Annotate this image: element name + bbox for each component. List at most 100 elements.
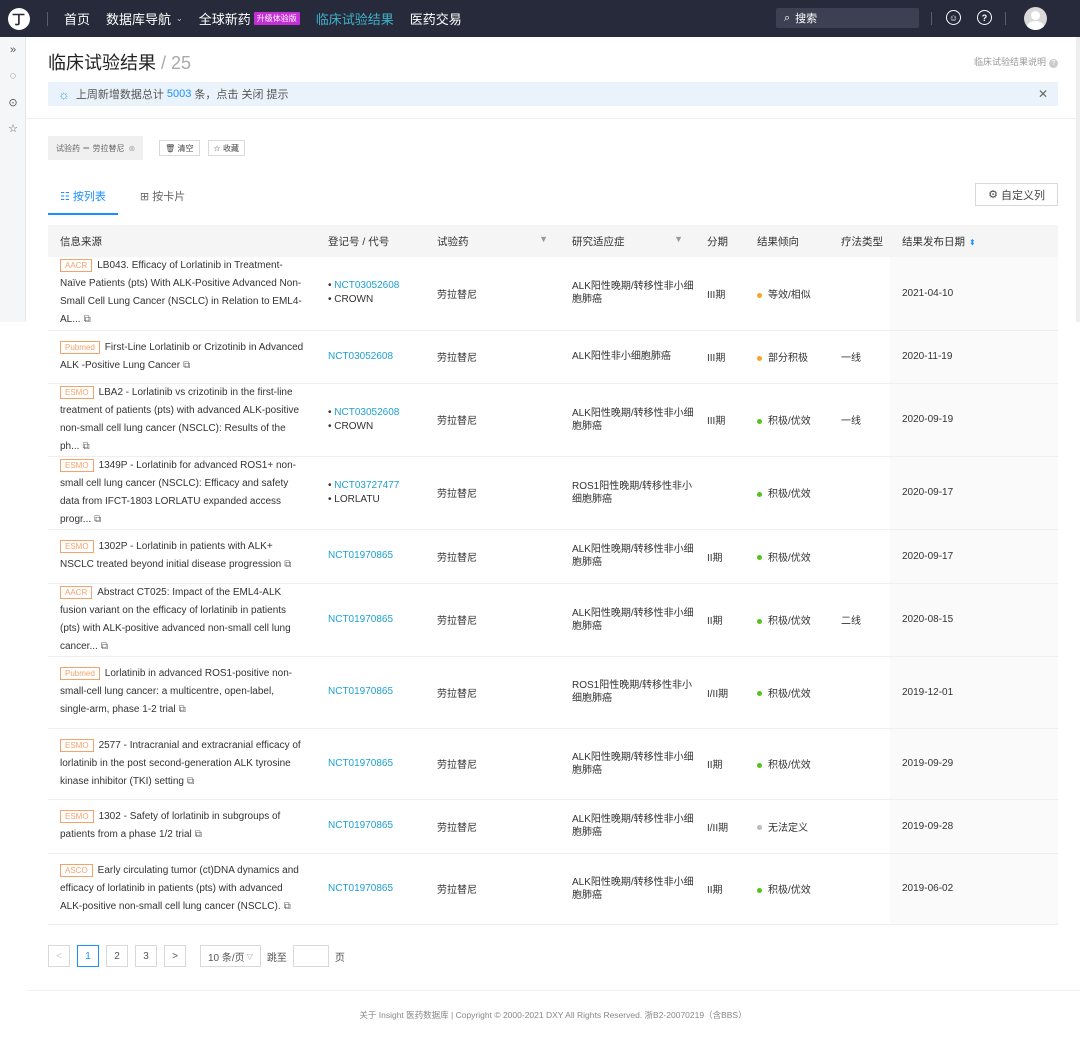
source-cell[interactable]: ESMO 1302P - Lorlatinib in patients with … — [60, 538, 316, 574]
page-size-select[interactable]: 10 条/页 ▽ — [200, 945, 261, 967]
expand-icon[interactable]: » — [0, 37, 26, 63]
table-row[interactable]: ESMO 1349P - Lorlatinib for advanced ROS1… — [48, 456, 1058, 530]
filter-tag[interactable]: 试验药 ＝ 劳拉替尼 ⊗ — [48, 136, 144, 160]
table-row[interactable]: ESMO 1302 - Safety of lorlatinib in subgr… — [48, 799, 1058, 854]
external-link-icon[interactable]: ⧉ — [84, 314, 91, 325]
clear-button[interactable]: 🗑 清空 — [159, 140, 200, 156]
filter-icon[interactable]: ▼ — [539, 234, 548, 244]
help-icon[interactable]: ? — [977, 10, 992, 25]
external-link-icon[interactable]: ⧉ — [101, 641, 108, 652]
nct-link[interactable]: NCT03052608 — [328, 351, 393, 362]
star-icon[interactable]: ☆ — [0, 115, 26, 141]
column-header[interactable]: 结果发布日期 ⬍ — [890, 225, 1058, 257]
nav-item-3[interactable]: 临床试验结果 — [316, 9, 394, 28]
nct-link[interactable]: NCT01970865 — [328, 758, 393, 769]
chat-icon[interactable]: ◌ — [0, 63, 26, 89]
source-cell[interactable]: ESMO 1349P - Lorlatinib for advanced ROS1… — [60, 457, 316, 529]
external-link-icon[interactable]: ⧉ — [82, 441, 89, 452]
source-title[interactable]: LB043. Efficacy of Lorlatinib in Treatme… — [60, 260, 302, 325]
nct-link[interactable]: NCT01970865 — [328, 883, 393, 894]
external-link-icon[interactable]: ⧉ — [94, 514, 101, 525]
favorite-button[interactable]: ☆ 收藏 — [207, 140, 245, 156]
nav-item-0[interactable]: 首页 — [64, 9, 90, 28]
next-page-button[interactable]: > — [164, 945, 186, 967]
nct-link[interactable]: NCT01970865 — [328, 686, 393, 697]
table-row[interactable]: AACR LB043. Efficacy of Lorlatinib in Tre… — [48, 257, 1058, 331]
history-icon[interactable]: ⊙ — [0, 89, 26, 115]
nct-link[interactable]: NCT03052608 — [334, 407, 399, 418]
table-row[interactable]: ESMO 2577 - Intracranial and extracranial… — [48, 728, 1058, 800]
external-link-icon[interactable]: ⧉ — [195, 829, 202, 840]
external-link-icon[interactable]: ⧉ — [284, 559, 291, 570]
table-row[interactable]: Pubmed First-Line Lorlatinib or Crizotini… — [48, 330, 1058, 384]
source-cell[interactable]: ASCO Early circulating tumor (ct)DNA dyna… — [60, 862, 316, 916]
page-title: 临床试验结果 / 25 — [48, 53, 192, 73]
source-title[interactable]: LBA2 - Lorlatinib vs crizotinib in the f… — [60, 387, 299, 452]
indication-cell: ALK阳性晚期/转移性非小细胞肺癌 — [572, 544, 694, 568]
question-icon: ? — [1049, 59, 1058, 68]
jump-page-input[interactable] — [292, 945, 329, 967]
source-cell[interactable]: AACR Abstract CT025: Impact of the EML4-A… — [60, 584, 316, 656]
nct-link[interactable]: NCT03727477 — [334, 480, 399, 491]
chevron-down-icon: ▽ — [246, 951, 253, 961]
tab-list[interactable]: ☷ 按列表 — [48, 184, 118, 215]
table-row[interactable]: ASCO Early circulating tumor (ct)DNA dyna… — [48, 853, 1058, 925]
source-cell[interactable]: Pubmed First-Line Lorlatinib or Crizotini… — [60, 339, 316, 375]
search-input[interactable]: ⌕ 搜索 — [776, 8, 919, 28]
filter-row: 试验药 ＝ 劳拉替尼 ⊗ 🗑 清空 ☆ 收藏 — [48, 136, 253, 160]
table-row[interactable]: AACR Abstract CT025: Impact of the EML4-A… — [48, 583, 1058, 657]
prev-page-button[interactable]: < — [48, 945, 70, 967]
page-1-button[interactable]: 1 — [77, 945, 99, 967]
nct-link[interactable]: NCT03052608 — [334, 280, 399, 291]
close-icon[interactable]: ✕ — [1038, 87, 1048, 101]
source-title[interactable]: Early circulating tumor (ct)DNA dynamics… — [60, 865, 299, 912]
drug-cell: 劳拉替尼 — [425, 728, 560, 800]
source-cell[interactable]: ESMO 2577 - Intracranial and extracranial… — [60, 737, 316, 791]
indication-cell: ROS1阳性晚期/转移性非小细胞肺癌 — [572, 480, 693, 505]
page-2-button[interactable]: 2 — [106, 945, 128, 967]
drug-cell: 劳拉替尼 — [425, 257, 560, 331]
column-header[interactable]: 研究适应症 ▼ — [560, 225, 695, 257]
indication-cell: ALK阳性晚期/转移性非小细胞肺癌 — [572, 407, 694, 432]
page-3-button[interactable]: 3 — [135, 945, 157, 967]
table-row[interactable]: ESMO 1302P - Lorlatinib in patients with … — [48, 529, 1058, 584]
registration-list: • NCT03052608 • CROWN — [328, 406, 425, 434]
notification-icon[interactable]: ☺ — [946, 10, 961, 25]
source-cell[interactable]: AACR LB043. Efficacy of Lorlatinib in Tre… — [60, 257, 316, 329]
table-row[interactable]: ESMO LBA2 - Lorlatinib vs crizotinib in t… — [48, 383, 1058, 457]
drug-cell: 劳拉替尼 — [425, 799, 560, 854]
table-row[interactable]: Pubmed Lorlatinib in advanced ROS1-positi… — [48, 656, 1058, 729]
external-link-icon[interactable]: ⧉ — [179, 704, 186, 715]
external-link-icon[interactable]: ⧉ — [284, 901, 291, 912]
results-table: 信息来源 登记号 / 代号 试验药 ▼ 研究适应症 ▼ 分期 结果倾向 疗法类型 结果发布日期 ⬍ … — [48, 225, 1058, 960]
source-title[interactable]: Abstract CT025: Impact of the EML4-ALK f… — [60, 587, 291, 652]
divider — [47, 11, 48, 26]
avatar[interactable] — [1024, 7, 1047, 30]
logo[interactable]: 丁 — [0, 0, 37, 37]
nct-link[interactable]: NCT01970865 — [328, 614, 393, 625]
source-tag: ASCO — [60, 863, 93, 877]
source-cell[interactable]: ESMO 1302 - Safety of lorlatinib in subgr… — [60, 808, 316, 844]
trend-cell: 积极/优效 — [745, 728, 829, 800]
nct-link[interactable]: NCT01970865 — [328, 550, 393, 561]
help-link[interactable]: 临床试验结果说明? — [974, 55, 1058, 68]
external-link-icon[interactable]: ⧉ — [187, 776, 194, 787]
gear-icon: ⚙ — [988, 189, 1001, 201]
remove-icon[interactable]: ⊗ — [128, 144, 135, 153]
source-cell[interactable]: ESMO LBA2 - Lorlatinib vs crizotinib in t… — [60, 384, 316, 456]
sort-icon[interactable]: ⬍ — [969, 238, 976, 247]
external-link-icon[interactable]: ⧉ — [183, 360, 190, 371]
nav-item-1[interactable]: 数据库导航 ⌄ — [106, 9, 183, 28]
main-nav: 首页 数据库导航 ⌄ 全球新药 升级体验版 临床试验结果 医药交易 — [64, 0, 478, 37]
custom-columns-button[interactable]: ⚙ 自定义列 — [975, 183, 1058, 206]
filter-icon[interactable]: ▼ — [674, 234, 683, 244]
nav-item-4[interactable]: 医药交易 — [410, 9, 462, 28]
column-header[interactable]: 试验药 ▼ — [425, 225, 560, 257]
phase-cell: I/II期 — [695, 799, 745, 854]
nct-link[interactable]: NCT01970865 — [328, 820, 393, 831]
source-cell[interactable]: Pubmed Lorlatinib in advanced ROS1-positi… — [60, 665, 316, 719]
source-title[interactable]: 2577 - Intracranial and extracranial eff… — [60, 740, 301, 787]
tab-card[interactable]: ⊞ 按卡片 — [128, 184, 197, 215]
nav-item-2[interactable]: 全球新药 升级体验版 — [199, 9, 300, 28]
scrollbar[interactable] — [1076, 37, 1080, 322]
